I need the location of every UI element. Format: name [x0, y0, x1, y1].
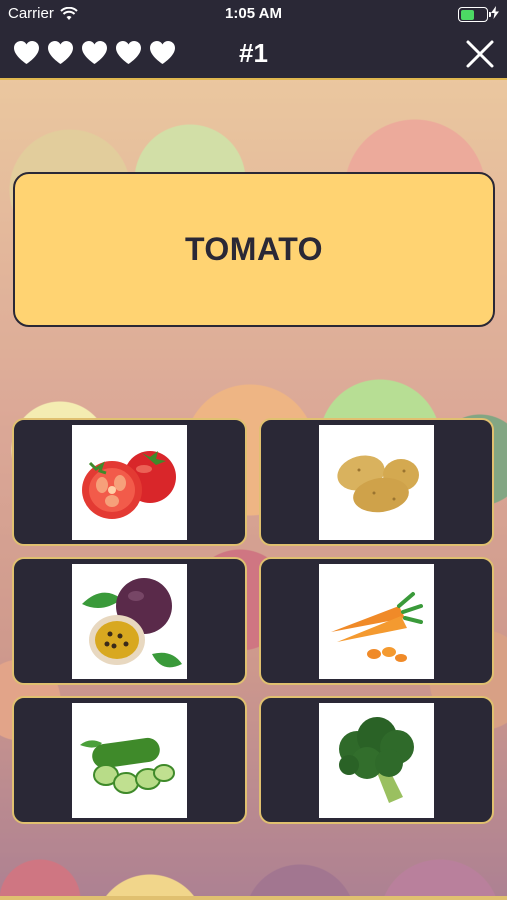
- bottom-border: [0, 896, 507, 900]
- charging-icon: [491, 6, 499, 23]
- option-tile-potato[interactable]: [259, 418, 494, 546]
- close-button[interactable]: [465, 39, 495, 69]
- passion-fruit-icon: [72, 563, 187, 679]
- option-tile-cucumber[interactable]: [12, 696, 247, 824]
- game-header: #1: [0, 28, 507, 80]
- option-tile-tomato[interactable]: [12, 418, 247, 546]
- battery-icon: [458, 7, 491, 22]
- option-tile-broccoli[interactable]: [259, 696, 494, 824]
- clock: 1:05 AM: [225, 5, 282, 22]
- close-icon: [466, 40, 494, 68]
- tomato-icon: [72, 424, 187, 540]
- status-bar: Carrier 1:05 AM: [0, 0, 507, 28]
- option-tile-passion-fruit[interactable]: [12, 557, 247, 685]
- battery-level: [460, 9, 475, 20]
- target-word: TOMATO: [184, 231, 324, 267]
- target-word-card: TOMATO: [13, 172, 495, 327]
- potato-icon: [319, 424, 434, 540]
- cucumber-icon: [72, 702, 187, 818]
- battery-indicator: [458, 6, 499, 23]
- option-tile-carrot[interactable]: [259, 557, 494, 685]
- carrot-icon: [319, 563, 434, 679]
- broccoli-icon: [319, 702, 434, 818]
- level-number: #1: [239, 38, 268, 68]
